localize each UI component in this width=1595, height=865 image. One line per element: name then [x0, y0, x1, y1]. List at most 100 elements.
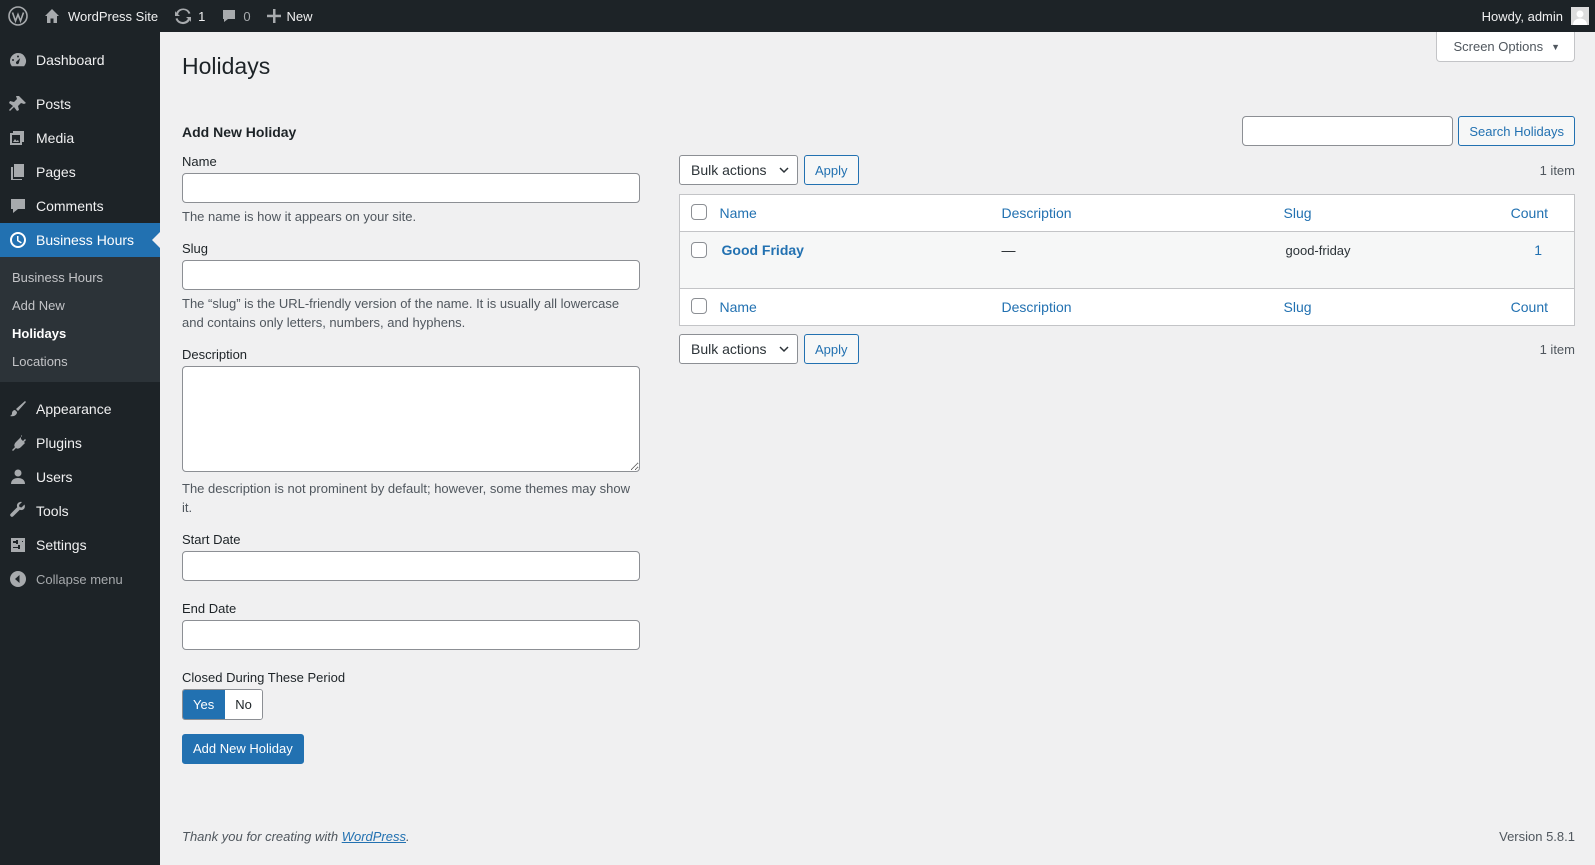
slug-input[interactable]	[182, 259, 640, 290]
menu-comments[interactable]: Comments	[0, 189, 160, 223]
bulk-actions-select-bottom[interactable]: Bulk actions	[679, 334, 798, 364]
comments-link[interactable]: 0	[213, 0, 258, 32]
holidays-table: Name Description Slug Count Good Friday …	[679, 194, 1575, 326]
items-count-top: 1 item	[1539, 162, 1575, 178]
menu-tools[interactable]: Tools	[0, 494, 160, 528]
holiday-slug: good-friday	[1285, 243, 1351, 258]
name-column-header[interactable]: Name	[720, 205, 757, 221]
apply-button-top[interactable]: Apply	[804, 155, 859, 185]
updates-icon	[174, 7, 192, 25]
footer-thanks: Thank you for creating with WordPress.	[182, 829, 410, 844]
submenu-add-new[interactable]: Add New	[0, 292, 160, 320]
name-column-footer[interactable]: Name	[720, 299, 757, 315]
menu-users[interactable]: Users	[0, 460, 160, 494]
end-date-input[interactable]	[182, 619, 640, 650]
tablenav-top: Bulk actions Apply 1 item	[679, 155, 1575, 185]
business-hours-submenu: Business Hours Add New Holidays Location…	[0, 257, 160, 382]
submenu-holidays[interactable]: Holidays	[0, 320, 160, 348]
holiday-name-link[interactable]: Good Friday	[720, 242, 804, 258]
chevron-down-icon	[779, 162, 789, 178]
updates-count: 1	[198, 8, 206, 24]
triangle-down-icon: ▼	[1551, 41, 1560, 52]
description-help: The description is not prominent by defa…	[182, 480, 630, 516]
items-count-bottom: 1 item	[1539, 341, 1575, 357]
collapse-menu-button[interactable]: Collapse menu	[0, 562, 160, 596]
slug-column-header[interactable]: Slug	[1284, 205, 1312, 221]
search-input[interactable]	[1242, 116, 1454, 146]
new-content-link[interactable]: New	[259, 0, 321, 32]
home-icon	[44, 8, 60, 24]
comments-count: 0	[243, 8, 251, 24]
admin-footer: Thank you for creating with WordPress. V…	[182, 829, 1575, 844]
dashboard-icon	[8, 50, 28, 70]
closed-toggle: Yes No	[182, 688, 263, 720]
select-all-checkbox-bottom[interactable]	[691, 297, 707, 314]
collapse-arrow-icon	[8, 569, 28, 589]
end-date-label: End Date	[182, 600, 237, 616]
version-text: Version 5.8.1	[1499, 829, 1575, 844]
site-name-link[interactable]: WordPress Site	[36, 0, 166, 32]
howdy-account-link[interactable]: Howdy, admin	[1482, 0, 1563, 32]
add-new-holiday-button[interactable]: Add New Holiday	[182, 733, 304, 764]
comment-bubble-icon	[221, 8, 237, 24]
plus-icon	[266, 9, 281, 23]
menu-settings[interactable]: Settings	[0, 528, 160, 562]
table-header-row: Name Description Slug Count	[679, 195, 1575, 232]
holiday-count-link[interactable]: 1	[1534, 242, 1542, 258]
menu-posts[interactable]: Posts	[0, 87, 160, 121]
name-description: The name is how it appears on your site.	[182, 209, 417, 224]
screen-options-button[interactable]: Screen Options ▼	[1436, 32, 1575, 62]
closed-period-label: Closed During These Period	[182, 669, 346, 685]
apply-button-bottom[interactable]: Apply	[804, 334, 859, 364]
site-name: WordPress Site	[68, 8, 159, 24]
form-heading: Add New Holiday	[182, 124, 297, 140]
media-icon	[8, 128, 28, 148]
menu-pages[interactable]: Pages	[0, 155, 160, 189]
description-textarea[interactable]	[182, 365, 640, 472]
admin-sidebar: Dashboard Posts Media Pages Comments Bus…	[0, 32, 160, 865]
count-column-footer[interactable]: Count	[1511, 299, 1548, 315]
wordpress-link[interactable]: WordPress	[342, 829, 406, 844]
bulk-actions-select-top[interactable]: Bulk actions	[679, 155, 798, 185]
tablenav-bottom: Bulk actions Apply 1 item	[679, 334, 1575, 364]
avatar[interactable]	[1571, 7, 1589, 25]
name-input[interactable]	[182, 173, 640, 203]
name-label: Name	[182, 154, 217, 169]
menu-dashboard[interactable]: Dashboard	[0, 43, 160, 77]
add-holiday-form: Add New Holiday Name The name is how it …	[182, 124, 640, 764]
updates-link[interactable]: 1	[166, 0, 213, 32]
slug-column-footer[interactable]: Slug	[1284, 299, 1312, 315]
brush-icon	[8, 399, 28, 419]
pages-icon	[8, 162, 28, 182]
row-checkbox[interactable]	[691, 242, 707, 258]
menu-appearance[interactable]: Appearance	[0, 392, 160, 426]
pin-icon	[8, 94, 28, 114]
submenu-locations[interactable]: Locations	[0, 348, 160, 376]
table-row: Good Friday — good-friday 1	[679, 231, 1575, 289]
menu-media[interactable]: Media	[0, 121, 160, 155]
select-all-checkbox[interactable]	[691, 203, 707, 220]
description-label: Description	[182, 346, 248, 362]
chevron-down-icon	[779, 341, 789, 357]
description-column-header[interactable]: Description	[1002, 205, 1072, 221]
settings-icon	[8, 535, 28, 555]
slug-label: Slug	[182, 240, 209, 256]
search-holidays-button[interactable]: Search Holidays	[1458, 116, 1575, 146]
menu-plugins[interactable]: Plugins	[0, 426, 160, 460]
slug-description: The “slug” is the URL-friendly version o…	[182, 295, 620, 331]
admin-bar: WordPress Site 1 0 New Howdy, admin	[0, 0, 1595, 32]
holiday-description: —	[1001, 242, 1016, 258]
closed-no-option[interactable]: No	[225, 689, 262, 719]
wordpress-logo-icon[interactable]	[0, 0, 36, 32]
table-footer-row: Name Description Slug Count	[679, 288, 1575, 326]
closed-yes-option[interactable]: Yes	[183, 689, 226, 719]
start-date-input[interactable]	[182, 550, 640, 581]
submenu-business-hours[interactable]: Business Hours	[0, 264, 160, 292]
clock-icon	[8, 230, 28, 250]
count-column-header[interactable]: Count	[1511, 205, 1548, 221]
comment-icon	[8, 196, 28, 216]
description-column-footer[interactable]: Description	[1002, 299, 1072, 315]
search-box: Search Holidays	[1242, 116, 1575, 146]
menu-business-hours[interactable]: Business Hours	[0, 223, 160, 257]
main-content: Screen Options ▼ Holidays Add New Holida…	[160, 32, 1595, 865]
